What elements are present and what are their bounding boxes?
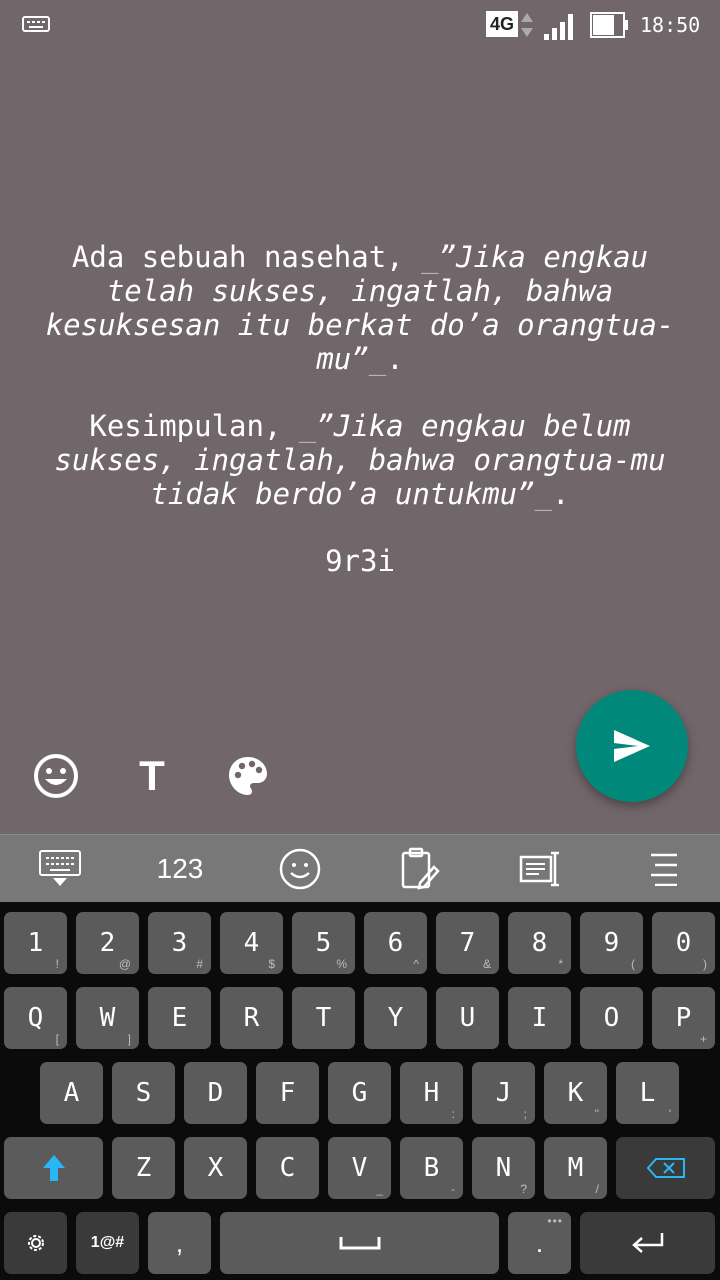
settings-key[interactable] [4,1212,67,1274]
status-text-editor[interactable]: Ada sebuah nasehat, _”Jika engkau telah … [20,240,700,611]
data-activity-icon [521,13,533,37]
italic-marker: _ [421,240,439,274]
nasehat-intro: Ada sebuah nasehat, [71,240,422,274]
key-x[interactable]: X [184,1137,247,1199]
key-0[interactable]: 0) [652,912,715,974]
comma-key[interactable]: , [148,1212,211,1274]
italic-marker: _ [298,409,317,443]
key-z[interactable]: Z [112,1137,175,1199]
key-v[interactable]: V _ [328,1137,391,1199]
key-l[interactable]: L ' [616,1062,679,1124]
key-w[interactable]: W] [76,987,139,1049]
keyboard-menu-button[interactable] [634,843,694,895]
paragraph-nasehat: Ada sebuah nasehat, _”Jika engkau telah … [20,240,700,376]
key-8[interactable]: 8 * [508,912,571,974]
text-font-button[interactable]: T [128,752,176,800]
key-n[interactable]: N? [472,1137,535,1199]
key-6[interactable]: 6 ^ [364,912,427,974]
key-e[interactable]: E [148,987,211,1049]
key-p[interactable]: P + [652,987,715,1049]
key-b[interactable]: B- [400,1137,463,1199]
italic-marker: _ [534,477,553,511]
color-palette-button[interactable] [224,752,272,800]
gear-icon [27,1235,44,1251]
key-1[interactable]: 1! [4,912,67,974]
period: . [386,342,404,376]
clock: 18:50 [640,13,701,37]
backspace-key[interactable] [616,1137,715,1199]
key-q[interactable]: Q[ [4,987,67,1049]
key-2[interactable]: 2 @ [76,912,139,974]
text-edit-button[interactable] [510,843,570,895]
hide-keyboard-button[interactable] [30,843,90,895]
key-7[interactable]: 7 & [436,912,499,974]
key-u[interactable]: U [436,987,499,1049]
space-key[interactable] [220,1212,499,1274]
enter-icon [631,1233,663,1253]
key-d[interactable]: D [184,1062,247,1124]
keyboard-notification-icon [22,16,50,32]
shift-key[interactable] [4,1137,103,1199]
more-dots-icon: ••• [547,1214,563,1228]
backspace-icon [646,1158,685,1178]
symbols-key[interactable]: 1@# [76,1212,139,1274]
clipboard-button[interactable] [390,843,450,895]
key-g[interactable]: G [328,1062,391,1124]
key-o[interactable]: O [580,987,643,1049]
key-y[interactable]: Y [364,987,427,1049]
key-r[interactable]: R [220,987,283,1049]
emoji-keyboard-button[interactable] [270,843,330,895]
network-type: 4G [486,11,518,37]
menu-lines-icon [651,853,677,886]
keyboard-hide-icon [39,850,81,886]
key-m[interactable]: M / [544,1137,607,1199]
signal-icon [544,14,573,40]
key-i[interactable]: I [508,987,571,1049]
key-5[interactable]: 5% [292,912,355,974]
smiley-outline-icon [279,848,321,890]
clipboard-edit-icon [401,847,440,890]
shift-arrow-icon [42,1155,65,1181]
paragraph-kesimpulan: Kesimpulan, _”Jika engkau belum sukses, … [20,409,700,511]
key-s[interactable]: S [112,1062,175,1124]
period-key[interactable]: . ••• [508,1212,571,1274]
battery-icon [590,12,628,38]
enter-key[interactable] [580,1212,715,1274]
send-icon [614,730,650,762]
key-k[interactable]: K " [544,1062,607,1124]
italic-marker: _ [368,342,387,376]
key-f[interactable]: F [256,1062,319,1124]
numbers-button[interactable]: 123 [150,843,210,895]
key-t[interactable]: T [292,987,355,1049]
key-9[interactable]: 9( [580,912,643,974]
period: . [552,477,570,511]
keyboard-toolbar: 123 [0,834,720,903]
key-c[interactable]: C [256,1137,319,1199]
key-h[interactable]: H: [400,1062,463,1124]
on-screen-keyboard: 1! 2 @ 3 # 4 $ 5% 6 ^ 7 & 8 * 9( 0) Q[ W] E R … [0,902,720,1280]
space-bar-icon [339,1237,380,1250]
signature: 9r3i [325,544,395,578]
status-bar: 4G 18:50 [0,0,720,50]
key-3[interactable]: 3 # [148,912,211,974]
key-a[interactable]: A [40,1062,103,1124]
text-cursor-icon [519,851,559,887]
kesimpulan-intro: Kesimpulan, [89,409,299,443]
period-label: . [535,1227,544,1258]
smiley-icon [34,754,78,798]
palette-icon [229,757,267,795]
key-j[interactable]: J; [472,1062,535,1124]
emoji-button[interactable] [32,752,80,800]
send-button[interactable] [576,690,688,802]
key-4[interactable]: 4 $ [220,912,283,974]
